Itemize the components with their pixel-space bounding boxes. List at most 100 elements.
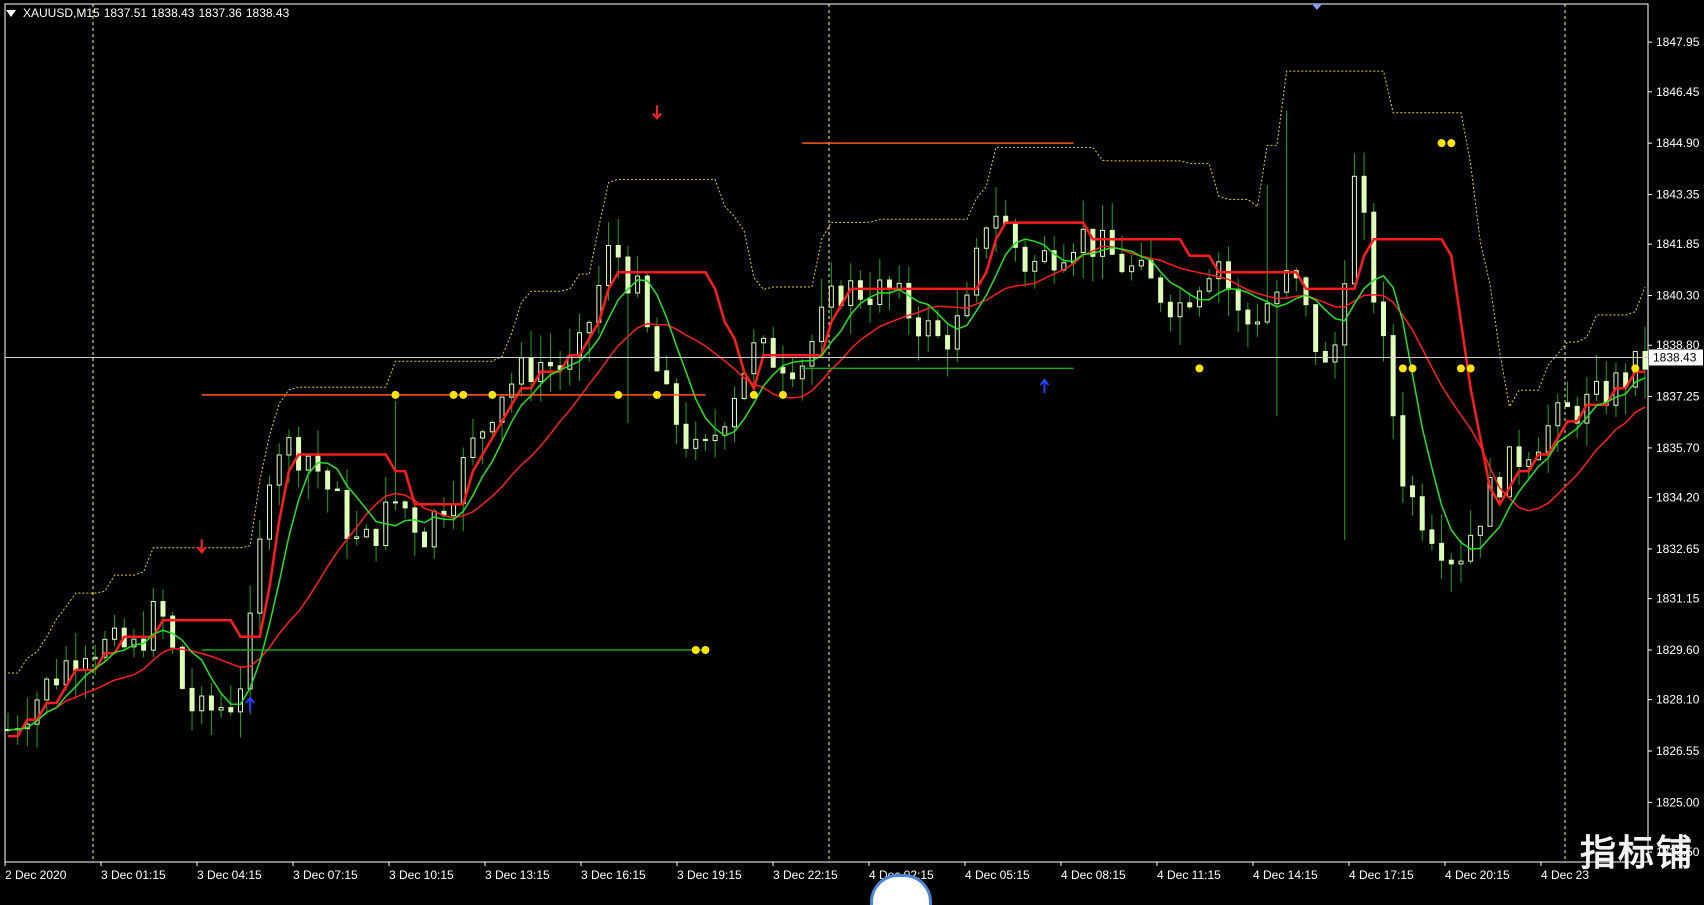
candle-body <box>160 601 166 617</box>
candle-body <box>1119 253 1125 273</box>
candle-body <box>1565 402 1571 407</box>
signal-dot <box>459 390 468 399</box>
candle-body <box>1235 288 1241 311</box>
candle-body <box>1380 301 1386 337</box>
candle-body <box>819 306 825 343</box>
signal-dot <box>691 645 700 654</box>
candle-body <box>218 707 224 711</box>
y-tick-label: 1843.35 <box>1656 187 1700 201</box>
candle-body <box>1419 496 1425 531</box>
candle-body <box>112 627 118 640</box>
candle-body <box>1429 529 1435 544</box>
candle-body <box>1332 344 1338 363</box>
candle-body <box>1255 321 1261 325</box>
y-tick-label: 1832.65 <box>1656 542 1700 556</box>
high-value: 1838.43 <box>151 6 195 20</box>
x-tick-label: 4 Dec 08:15 <box>1061 868 1126 882</box>
candle-body <box>886 279 892 290</box>
y-tick-label: 1834.20 <box>1656 491 1700 505</box>
candle-body <box>237 688 243 713</box>
y-tick-label: 1847.95 <box>1656 35 1700 49</box>
candle-body <box>334 488 340 492</box>
candle-body <box>1264 303 1270 323</box>
candle-body <box>179 646 185 689</box>
x-tick-label: 3 Dec 22:15 <box>773 868 838 882</box>
candle-body <box>993 215 999 229</box>
candle-body <box>1138 259 1144 267</box>
signal-dot <box>1195 364 1204 373</box>
candle-body <box>1225 261 1231 290</box>
x-tick-label: 3 Dec 19:15 <box>677 868 742 882</box>
chart-info-bar: XAUUSD,M15 1837.51 1838.43 1837.36 1838.… <box>6 6 289 20</box>
candle-body <box>761 337 767 344</box>
candle-body <box>780 366 786 374</box>
y-tick-label: 1831.15 <box>1656 592 1700 606</box>
candle-body <box>1545 425 1551 453</box>
candle-body <box>1410 485 1416 498</box>
candle-body <box>528 357 534 382</box>
candle-body <box>983 227 989 249</box>
candle-body <box>1516 446 1522 468</box>
symbol-label: XAUUSD,M15 <box>23 6 100 20</box>
candle-body <box>480 431 486 439</box>
candle-body <box>1313 304 1319 353</box>
signal-dot <box>652 390 661 399</box>
candle-body <box>208 695 214 711</box>
low-value: 1837.36 <box>198 6 242 20</box>
candle-body <box>1458 560 1464 565</box>
signal-dot <box>614 390 623 399</box>
candle-body <box>1342 283 1348 346</box>
candle-body <box>586 321 592 334</box>
candle-body <box>199 695 205 712</box>
candle-body <box>44 678 50 701</box>
current-price-label: 1838.43 <box>1653 350 1697 364</box>
candle-body <box>1032 260 1038 272</box>
candle-body <box>1187 302 1193 308</box>
signal-dot <box>749 390 758 399</box>
close-value: 1838.43 <box>245 6 290 20</box>
candle-body <box>402 501 408 509</box>
candle-body <box>276 454 282 486</box>
candle-body <box>1526 459 1532 468</box>
candle-body <box>945 335 951 350</box>
candle-body <box>1477 525 1483 536</box>
x-tick-label: 3 Dec 04:15 <box>197 868 262 882</box>
x-tick-label: 2 Dec 2020 <box>5 868 67 882</box>
y-tick-label: 1829.60 <box>1656 643 1700 657</box>
candle-body <box>1322 351 1328 363</box>
candles <box>5 110 1648 748</box>
x-tick-label: 4 Dec 05:15 <box>965 868 1030 882</box>
candle-body <box>518 357 524 385</box>
candle-body <box>954 315 960 350</box>
red-step-line <box>8 221 1645 738</box>
candle-body <box>392 501 398 504</box>
price-chart[interactable]: 1847.95 1846.45 1844.90 1843.35 1841.85 1840.… <box>0 0 1704 888</box>
signal-dot <box>1466 364 1475 373</box>
open-value: 1837.51 <box>103 6 148 20</box>
fast-ma-line <box>7 238 1646 731</box>
signal-dot <box>1631 364 1640 373</box>
x-tick-label: 4 Dec 17:15 <box>1349 868 1414 882</box>
slow-ma-line <box>7 245 1646 731</box>
candle-body <box>228 707 234 713</box>
x-tick-label: 3 Dec 10:15 <box>389 868 454 882</box>
y-tick-label: 1841.85 <box>1656 237 1700 251</box>
chevron-down-icon[interactable] <box>6 9 16 17</box>
candle-body <box>325 470 331 490</box>
candle-body <box>1400 415 1406 487</box>
candle-body <box>1351 175 1357 285</box>
signal-dot <box>449 390 458 399</box>
candle-body <box>363 528 369 538</box>
x-tick-label: 4 Dec 20:15 <box>1445 868 1510 882</box>
candle-body <box>1439 542 1445 561</box>
candle-body <box>1206 278 1212 292</box>
candle-body <box>1390 335 1396 417</box>
candle-body <box>1303 277 1309 306</box>
candle-body <box>809 341 815 367</box>
candle-body <box>654 326 660 372</box>
x-tick-label: 3 Dec 07:15 <box>293 868 358 882</box>
candle-body <box>1022 246 1028 272</box>
candle-body <box>470 437 476 459</box>
candle-body <box>247 612 253 690</box>
candle-body <box>1109 229 1115 255</box>
